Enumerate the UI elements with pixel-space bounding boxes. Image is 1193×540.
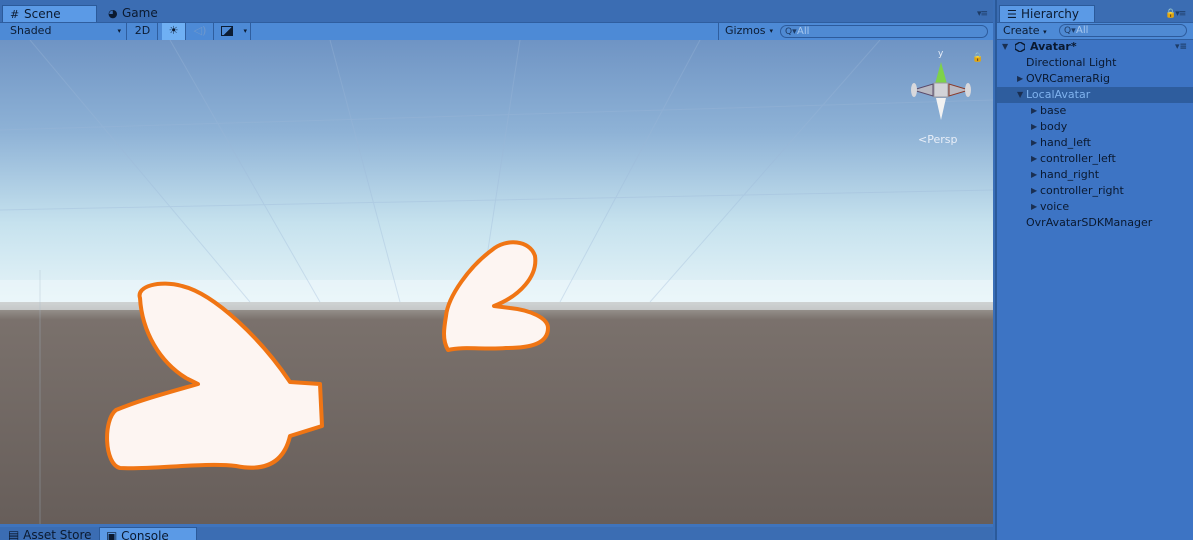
speaker-icon: ◁)	[193, 24, 207, 37]
expand-arrow-icon[interactable]: ▶	[1031, 103, 1037, 119]
search-icon: Q▾	[785, 27, 797, 37]
scene-tabbar: # Scene ◕ Game ▾≡	[0, 0, 993, 22]
expand-arrow-icon[interactable]: ▶	[1017, 71, 1023, 87]
tree-item-localavatar[interactable]: ▼ LocalAvatar	[997, 87, 1193, 103]
expand-arrow-icon[interactable]: ▶	[1031, 135, 1037, 151]
tree-item-label: Directional Light	[1026, 56, 1117, 69]
scene-root-row[interactable]: ▼ Avatar* ▾≡	[997, 39, 1193, 55]
tree-item-hand-right[interactable]: ▶ hand_right	[997, 167, 1193, 183]
tab-console[interactable]: ▣ Console	[99, 527, 197, 540]
hierarchy-search-placeholder: All	[1076, 25, 1089, 36]
gizmos-dropdown[interactable]: Gizmos ▾	[718, 23, 776, 40]
tree-item-voice[interactable]: ▶ voice	[997, 199, 1193, 215]
tree-item-label: hand_right	[1040, 168, 1100, 181]
dropdown-arrow-icon: ▾	[1043, 28, 1047, 36]
scene-search-placeholder: All	[797, 26, 810, 37]
hierarchy-toolbar: Create ▾ Q▾ All	[997, 22, 1193, 40]
hierarchy-tabbar: ☰ Hierarchy 🔒▾≡	[997, 0, 1193, 22]
tab-console-label: Console	[121, 529, 169, 540]
expand-arrow-icon[interactable]: ▶	[1031, 183, 1037, 199]
tree-item-label: hand_left	[1040, 136, 1091, 149]
list-icon: ☰	[1007, 8, 1017, 21]
search-icon: Q▾	[1064, 26, 1076, 36]
expand-arrow-icon[interactable]: ▶	[1031, 151, 1037, 167]
collapse-arrow-icon[interactable]: ▼	[1017, 87, 1023, 103]
scene-viewport[interactable]: y 🔒 <Persp	[0, 40, 993, 524]
effects-dropdown[interactable]: ▾	[215, 23, 251, 40]
perspective-label: Persp	[927, 133, 958, 146]
tree-item-label: body	[1040, 120, 1068, 133]
tree-item-ovravatarsdkmanager[interactable]: OvrAvatarSDKManager	[997, 215, 1193, 231]
expand-arrow-icon[interactable]: ▶	[1031, 167, 1037, 183]
gizmos-label: Gizmos	[725, 24, 766, 37]
scene-window: # Scene ◕ Game ▾≡ Shaded ▾ 2D ☀ ◁) ▾ Gizmo…	[0, 0, 993, 540]
tree-item-label: controller_right	[1040, 184, 1124, 197]
shading-mode-dropdown[interactable]: Shaded ▾	[0, 23, 127, 40]
tab-asset-store[interactable]: ▤ Asset Store	[2, 527, 94, 540]
shading-mode-label: Shaded	[10, 24, 52, 37]
collapse-arrow-icon[interactable]: ▼	[1002, 39, 1008, 55]
tree-item-body[interactable]: ▶ body	[997, 119, 1193, 135]
tree-item-label: OvrAvatarSDKManager	[1026, 216, 1153, 229]
perspective-toggle[interactable]: <Persp	[918, 133, 957, 146]
sun-icon: ☀	[168, 24, 179, 37]
dropdown-arrow-icon: ▾	[117, 27, 121, 35]
tree-item-label: controller_left	[1040, 152, 1116, 165]
tab-scene-label: Scene	[24, 7, 61, 21]
audio-toggle-button[interactable]: ◁)	[187, 23, 214, 40]
gizmo-lock-icon: 🔒	[972, 52, 983, 63]
create-dropdown[interactable]: Create ▾	[1003, 23, 1047, 39]
tree-item-label: voice	[1040, 200, 1070, 213]
2d-toggle-label: 2D	[134, 24, 151, 37]
tree-item-label: LocalAvatar	[1026, 88, 1091, 101]
tab-scene[interactable]: # Scene	[2, 5, 97, 22]
panel-menu-icon[interactable]: ▾≡	[977, 9, 988, 19]
console-icon: ▣	[106, 529, 118, 540]
dropdown-arrow-icon: ▾	[769, 27, 773, 35]
scene-root-label: Avatar*	[1030, 40, 1077, 53]
gizmo-center-cube	[933, 82, 949, 98]
tab-hierarchy-label: Hierarchy	[1021, 7, 1080, 21]
tree-item-controller-right[interactable]: ▶ controller_right	[997, 183, 1193, 199]
scene-toolbar: Shaded ▾ 2D ☀ ◁) ▾ Gizmos ▾ Q▾ All	[0, 22, 993, 41]
tree-item-controller-left[interactable]: ▶ controller_left	[997, 151, 1193, 167]
tree-item-hand-left[interactable]: ▶ hand_left	[997, 135, 1193, 151]
tab-game[interactable]: ◕ Game	[101, 5, 181, 22]
expand-arrow-icon[interactable]: ▶	[1031, 199, 1037, 215]
tab-hierarchy[interactable]: ☰ Hierarchy	[999, 5, 1095, 22]
create-label: Create	[1003, 24, 1040, 37]
2d-toggle-button[interactable]: 2D	[128, 23, 158, 40]
row-menu-icon[interactable]: ▾≡	[1175, 39, 1187, 55]
tab-game-label: Game	[122, 6, 158, 20]
lighting-toggle-button[interactable]: ☀	[162, 23, 186, 40]
dropdown-arrow-icon: ▾	[243, 27, 247, 35]
tree-item-label: base	[1040, 104, 1067, 117]
store-icon: ▤	[8, 528, 20, 540]
hierarchy-window: ☰ Hierarchy 🔒▾≡ Create ▾ Q▾ All ▼ Avatar*…	[995, 0, 1193, 540]
unity-scene-icon	[1015, 42, 1025, 52]
grid-icon: #	[10, 8, 20, 21]
perspective-arrow-icon: <	[918, 133, 928, 146]
tree-item-ovrcamerarig[interactable]: ▶ OVRCameraRig	[997, 71, 1193, 87]
gizmo-y-label: y	[938, 49, 944, 59]
expand-arrow-icon[interactable]: ▶	[1031, 119, 1037, 135]
bottom-tabbar: ▤ Asset Store ▣ Console	[0, 527, 993, 540]
tree-item-label: OVRCameraRig	[1026, 72, 1110, 85]
hierarchy-search-input[interactable]: Q▾ All	[1059, 24, 1187, 37]
hierarchy-lock-icon[interactable]: 🔒▾≡	[1165, 9, 1186, 19]
tree-item-directional-light[interactable]: Directional Light	[997, 55, 1193, 71]
tab-asset-store-label: Asset Store	[23, 528, 92, 540]
tree-item-base[interactable]: ▶ base	[997, 103, 1193, 119]
hierarchy-tree: ▼ Avatar* ▾≡ Directional Light ▶ OVRCame…	[997, 39, 1193, 231]
pacman-icon: ◕	[108, 7, 118, 20]
scene-search-input[interactable]: Q▾ All	[780, 25, 988, 38]
image-icon	[221, 26, 233, 36]
